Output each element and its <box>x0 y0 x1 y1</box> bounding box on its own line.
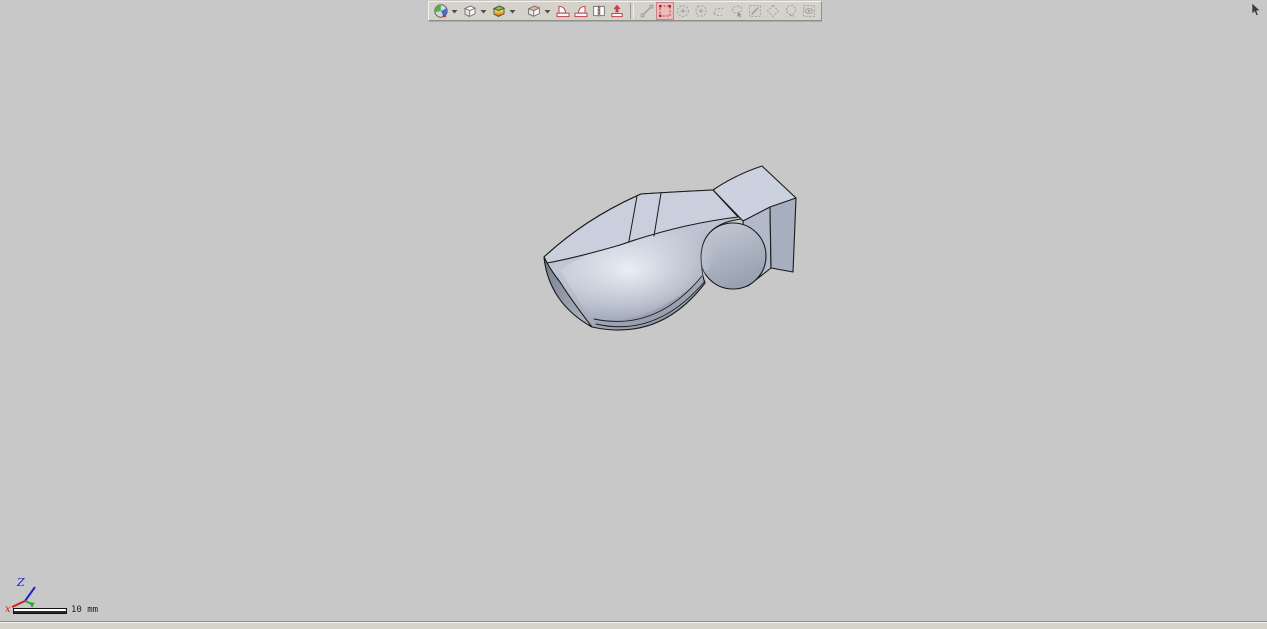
pencil-edit-button <box>746 2 764 20</box>
visibility-eye-button <box>800 2 818 20</box>
toolbar <box>428 1 822 21</box>
scale-bar: 10 mm <box>13 606 98 615</box>
scale-bar-rect <box>13 608 67 614</box>
lift-section-button[interactable] <box>608 2 626 20</box>
lasso-cursor-button <box>728 2 746 20</box>
section-view-split-button[interactable] <box>590 2 608 20</box>
loop-select-button <box>782 2 800 20</box>
view-orientation-sphere-dropdown[interactable] <box>450 2 459 20</box>
shaded-colormap-cube-button[interactable] <box>490 2 508 20</box>
loop-select-icon <box>783 3 799 19</box>
section-view-right-button[interactable] <box>572 2 590 20</box>
section-view-left-icon <box>555 3 571 19</box>
visibility-eye-icon <box>801 3 817 19</box>
rectangle-select-button[interactable] <box>656 2 674 20</box>
section-view-right-icon <box>573 3 589 19</box>
cad-model[interactable] <box>535 155 810 350</box>
pencil-edit-icon <box>747 3 763 19</box>
view-orientation-sphere-icon <box>433 3 449 19</box>
shaded-colormap-cube-icon <box>491 3 507 19</box>
axis-x-label: x <box>5 604 11 615</box>
polygon-select-button <box>764 2 782 20</box>
chevron-down-icon <box>480 9 487 14</box>
perspective-cube-button[interactable] <box>525 2 543 20</box>
toolbar-separator <box>630 3 634 19</box>
freehand-select-button <box>710 2 728 20</box>
ellipse-select-icon <box>693 3 709 19</box>
viewport-canvas[interactable]: Z x 10 mm <box>0 0 1267 622</box>
scale-bar-label: 10 mm <box>71 606 98 615</box>
wireframe-cube-icon <box>462 3 478 19</box>
section-view-left-button[interactable] <box>554 2 572 20</box>
axis-z-label: Z <box>16 576 25 589</box>
wireframe-cube-button[interactable] <box>461 2 479 20</box>
lift-section-icon <box>609 3 625 19</box>
measure-line-icon <box>639 3 655 19</box>
circle-select-icon <box>675 3 691 19</box>
ellipse-select-button <box>692 2 710 20</box>
perspective-cube-icon <box>526 3 542 19</box>
measure-line-button <box>638 2 656 20</box>
circle-select-button <box>674 2 692 20</box>
wireframe-cube-dropdown[interactable] <box>479 2 488 20</box>
rectangle-select-icon <box>657 3 673 19</box>
freehand-select-icon <box>711 3 727 19</box>
status-bar <box>0 621 1267 629</box>
shaded-colormap-cube-dropdown[interactable] <box>508 2 517 20</box>
view-orientation-sphere-button[interactable] <box>432 2 450 20</box>
chevron-down-icon <box>509 9 516 14</box>
mouse-cursor <box>1251 3 1263 17</box>
lasso-cursor-icon <box>729 3 745 19</box>
chevron-down-icon <box>451 9 458 14</box>
polygon-select-icon <box>765 3 781 19</box>
chevron-down-icon <box>544 9 551 14</box>
section-view-split-icon <box>591 3 607 19</box>
perspective-cube-dropdown[interactable] <box>543 2 552 20</box>
